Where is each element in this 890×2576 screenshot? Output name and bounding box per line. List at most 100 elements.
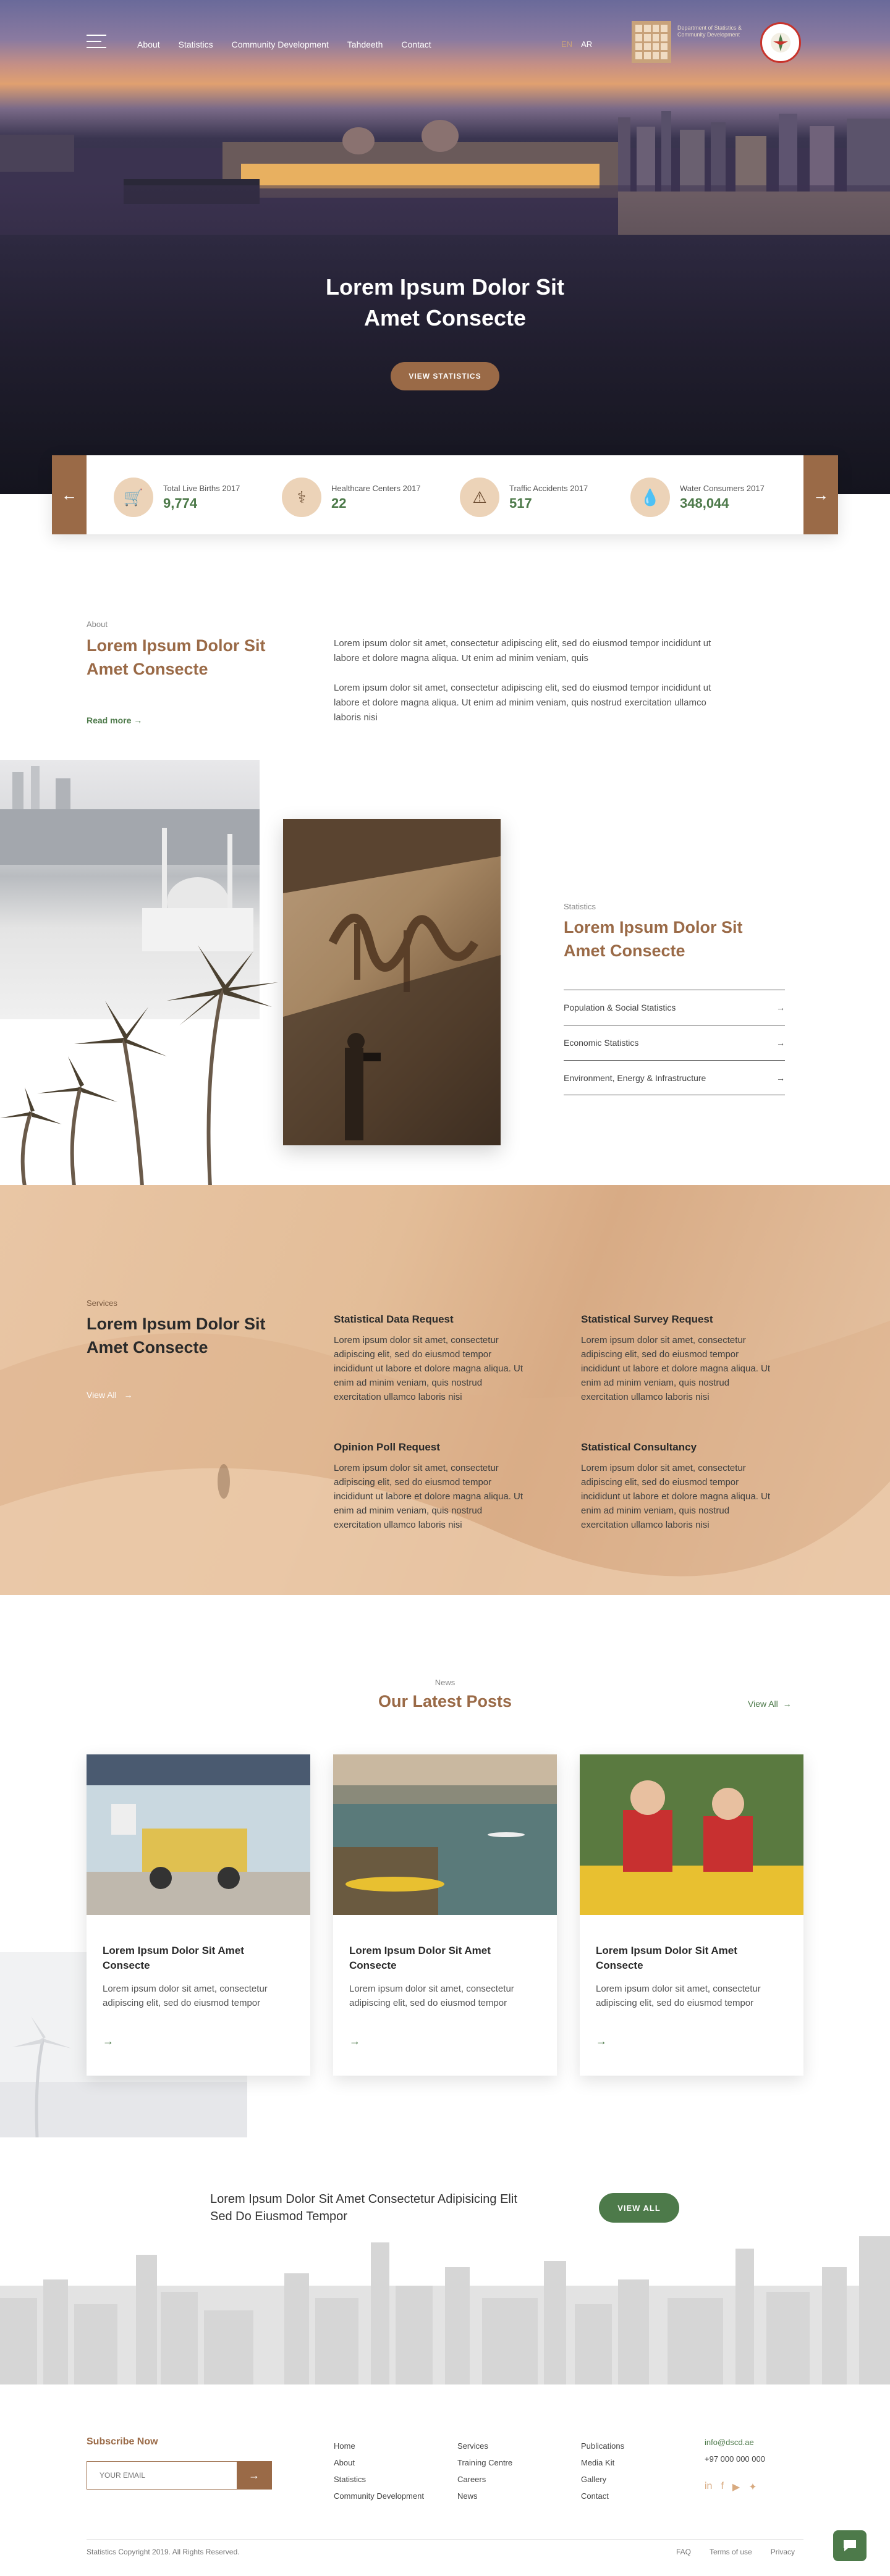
arrow-right-icon[interactable]: → xyxy=(596,2035,607,2048)
subscribe-submit-button[interactable]: → xyxy=(237,2462,271,2489)
news-card-text: Lorem ipsum dolor sit amet, consectetur … xyxy=(103,1984,268,2008)
footer-email-link[interactable]: info@dscd.ae xyxy=(705,2438,754,2447)
service-card[interactable]: Statistical Survey Request Lorem ipsum do… xyxy=(581,1313,773,1404)
view-statistics-button[interactable]: VIEW STATISTICS xyxy=(391,362,499,390)
faq-link[interactable]: FAQ xyxy=(676,2548,691,2556)
news-card[interactable]: Lorem Ipsum Dolor Sit Amet Consecte Lore… xyxy=(87,1754,310,2076)
nav-statistics[interactable]: Statistics xyxy=(179,40,213,49)
nav-contact[interactable]: Contact xyxy=(401,40,431,49)
stats-bar: ← 🛒 Total Live Births 2017 9,774 ⚕ Health… xyxy=(52,455,838,534)
footer-link[interactable]: Community Development xyxy=(334,2491,424,2501)
logo-text: Department of Statistics & Community Dev… xyxy=(677,25,742,38)
news-card[interactable]: Lorem Ipsum Dolor Sit Amet Consecte Lore… xyxy=(333,1754,557,2076)
twitter-icon[interactable]: ✦ xyxy=(748,2481,756,2493)
hero-water xyxy=(0,185,890,494)
arrow-right-icon: → xyxy=(119,1390,133,1400)
footer-contact: info@dscd.ae +97 000 000 000 xyxy=(705,2434,765,2467)
healthcare-icon: ⚕ xyxy=(282,478,321,517)
car-crash-icon: ⚠ xyxy=(460,478,499,517)
subscribe-title: Subscribe Now xyxy=(87,2436,158,2447)
arrow-right-icon[interactable]: → xyxy=(103,2035,114,2048)
about-paragraph-1: Lorem ipsum dolor sit amet, consectetur … xyxy=(334,638,711,663)
news-card-title: Lorem Ipsum Dolor Sit Amet Consecte xyxy=(596,1945,737,1971)
stats-prev-arrow-icon[interactable]: ← xyxy=(52,455,87,534)
main-nav: About Statistics Community Development T… xyxy=(137,40,431,49)
news-view-all-link[interactable]: View All → xyxy=(748,1699,792,1709)
chat-button[interactable] xyxy=(833,2530,867,2561)
privacy-link[interactable]: Privacy xyxy=(771,2548,795,2556)
footer-col-3: Publications Media Kit Gallery Contact xyxy=(581,2438,624,2504)
statistics-item-population[interactable]: Population & Social Statistics → xyxy=(564,990,785,1025)
copyright: Statistics Copyright 2019. All Rights Re… xyxy=(87,2548,240,2556)
statistics-item-economic[interactable]: Economic Statistics → xyxy=(564,1025,785,1060)
stat-item: ⚕ Healthcare Centers 2017 22 xyxy=(282,478,421,517)
lang-en[interactable]: EN xyxy=(561,40,572,49)
nav-about[interactable]: About xyxy=(137,40,160,49)
water-drop-icon: 💧 xyxy=(630,478,670,517)
services-section: Services Lorem Ipsum Dolor Sit Amet Conse… xyxy=(0,1185,890,1595)
news-card[interactable]: Lorem Ipsum Dolor Sit Amet Consecte Lore… xyxy=(580,1754,803,2076)
news-card-title: Lorem Ipsum Dolor Sit Amet Consecte xyxy=(103,1945,244,1971)
about-label: About xyxy=(87,620,108,629)
footer-link[interactable]: About xyxy=(334,2458,355,2467)
footer-col-1: Home About Statistics Community Developm… xyxy=(334,2438,424,2504)
nav-community-development[interactable]: Community Development xyxy=(232,40,329,49)
chat-bubble-icon xyxy=(844,2540,856,2551)
news-image-museum xyxy=(87,1754,310,1915)
footer-link[interactable]: News xyxy=(457,2491,478,2501)
terms-link[interactable]: Terms of use xyxy=(710,2548,752,2556)
footer-link[interactable]: Statistics xyxy=(334,2475,366,2484)
facebook-icon[interactable]: f xyxy=(721,2481,723,2493)
footer-phone: +97 000 000 000 xyxy=(705,2454,765,2464)
cta-text: Lorem Ipsum Dolor Sit Amet Consectetur A… xyxy=(210,2192,517,2223)
services-view-all-link[interactable]: View All → xyxy=(87,1390,132,1400)
footer-link[interactable]: Home xyxy=(334,2441,355,2451)
footer-link[interactable]: Careers xyxy=(457,2475,486,2484)
service-card[interactable]: Opinion Poll Request Lorem ipsum dolor si… xyxy=(334,1441,525,1532)
lang-ar[interactable]: AR xyxy=(581,40,592,49)
language-switcher: EN AR xyxy=(561,40,592,49)
arrow-right-icon: → xyxy=(776,1072,785,1083)
stats-next-arrow-icon[interactable]: → xyxy=(803,455,838,534)
footer-col-2: Services Training Centre Careers News xyxy=(457,2438,512,2504)
read-more-link[interactable]: Read more → xyxy=(87,715,142,725)
email-input[interactable] xyxy=(87,2462,237,2489)
statistics-item-environment[interactable]: Environment, Energy & Infrastructure → xyxy=(564,1060,785,1095)
dscd-logo[interactable] xyxy=(632,21,671,63)
hero-title: Lorem Ipsum Dolor Sit Amet Consecte xyxy=(325,274,565,330)
footer-link[interactable]: Gallery xyxy=(581,2475,606,2484)
about-title: Lorem Ipsum Dolor Sit Amet Consecte xyxy=(87,636,266,678)
government-emblem xyxy=(760,22,801,63)
footer-link[interactable]: Contact xyxy=(581,2491,609,2501)
stat-item: ⚠ Traffic Accidents 2017 517 xyxy=(460,478,588,517)
footer-link[interactable]: Training Centre xyxy=(457,2458,512,2467)
news-image-kayaks xyxy=(333,1754,557,1915)
nav-tahdeeth[interactable]: Tahdeeth xyxy=(347,40,383,49)
youtube-icon[interactable]: ▶ xyxy=(732,2481,740,2493)
menu-icon[interactable] xyxy=(87,35,106,48)
about-paragraph-2: Lorem ipsum dolor sit amet, consectetur … xyxy=(334,683,711,723)
footer-link[interactable]: Publications xyxy=(581,2441,624,2451)
cta-view-all-button[interactable]: VIEW ALL xyxy=(599,2193,679,2223)
services-label: Services xyxy=(87,1299,117,1308)
news-image-kids-kayak xyxy=(580,1754,803,1915)
linkedin-icon[interactable]: in xyxy=(705,2481,712,2493)
services-title: Lorem Ipsum Dolor Sit Amet Consecte xyxy=(87,1315,266,1357)
subscribe-form: → xyxy=(87,2461,272,2490)
news-card-text: Lorem ipsum dolor sit amet, consectetur … xyxy=(349,1984,514,2008)
hero-section: About Statistics Community Development T… xyxy=(0,0,890,494)
footer-link[interactable]: Media Kit xyxy=(581,2458,614,2467)
statistics-list: Population & Social Statistics → Economic… xyxy=(564,990,785,1095)
service-card[interactable]: Statistical Consultancy Lorem ipsum dolor… xyxy=(581,1441,773,1532)
social-links: in f ▶ ✦ xyxy=(705,2481,757,2493)
arrow-right-icon: → xyxy=(248,2469,260,2481)
statistics-title: Lorem Ipsum Dolor Sit Amet Consecte xyxy=(564,918,743,960)
footer-bottom-links: FAQ Terms of use Privacy xyxy=(676,2548,795,2556)
service-card[interactable]: Statistical Data Request Lorem ipsum dolo… xyxy=(334,1313,525,1404)
stroller-icon: 🛒 xyxy=(114,478,153,517)
footer-link[interactable]: Services xyxy=(457,2441,488,2451)
palm-trees-image xyxy=(0,945,278,1186)
news-card-text: Lorem ipsum dolor sit amet, consectetur … xyxy=(596,1984,761,2008)
arrow-right-icon: → xyxy=(134,715,143,725)
arrow-right-icon[interactable]: → xyxy=(349,2035,360,2048)
